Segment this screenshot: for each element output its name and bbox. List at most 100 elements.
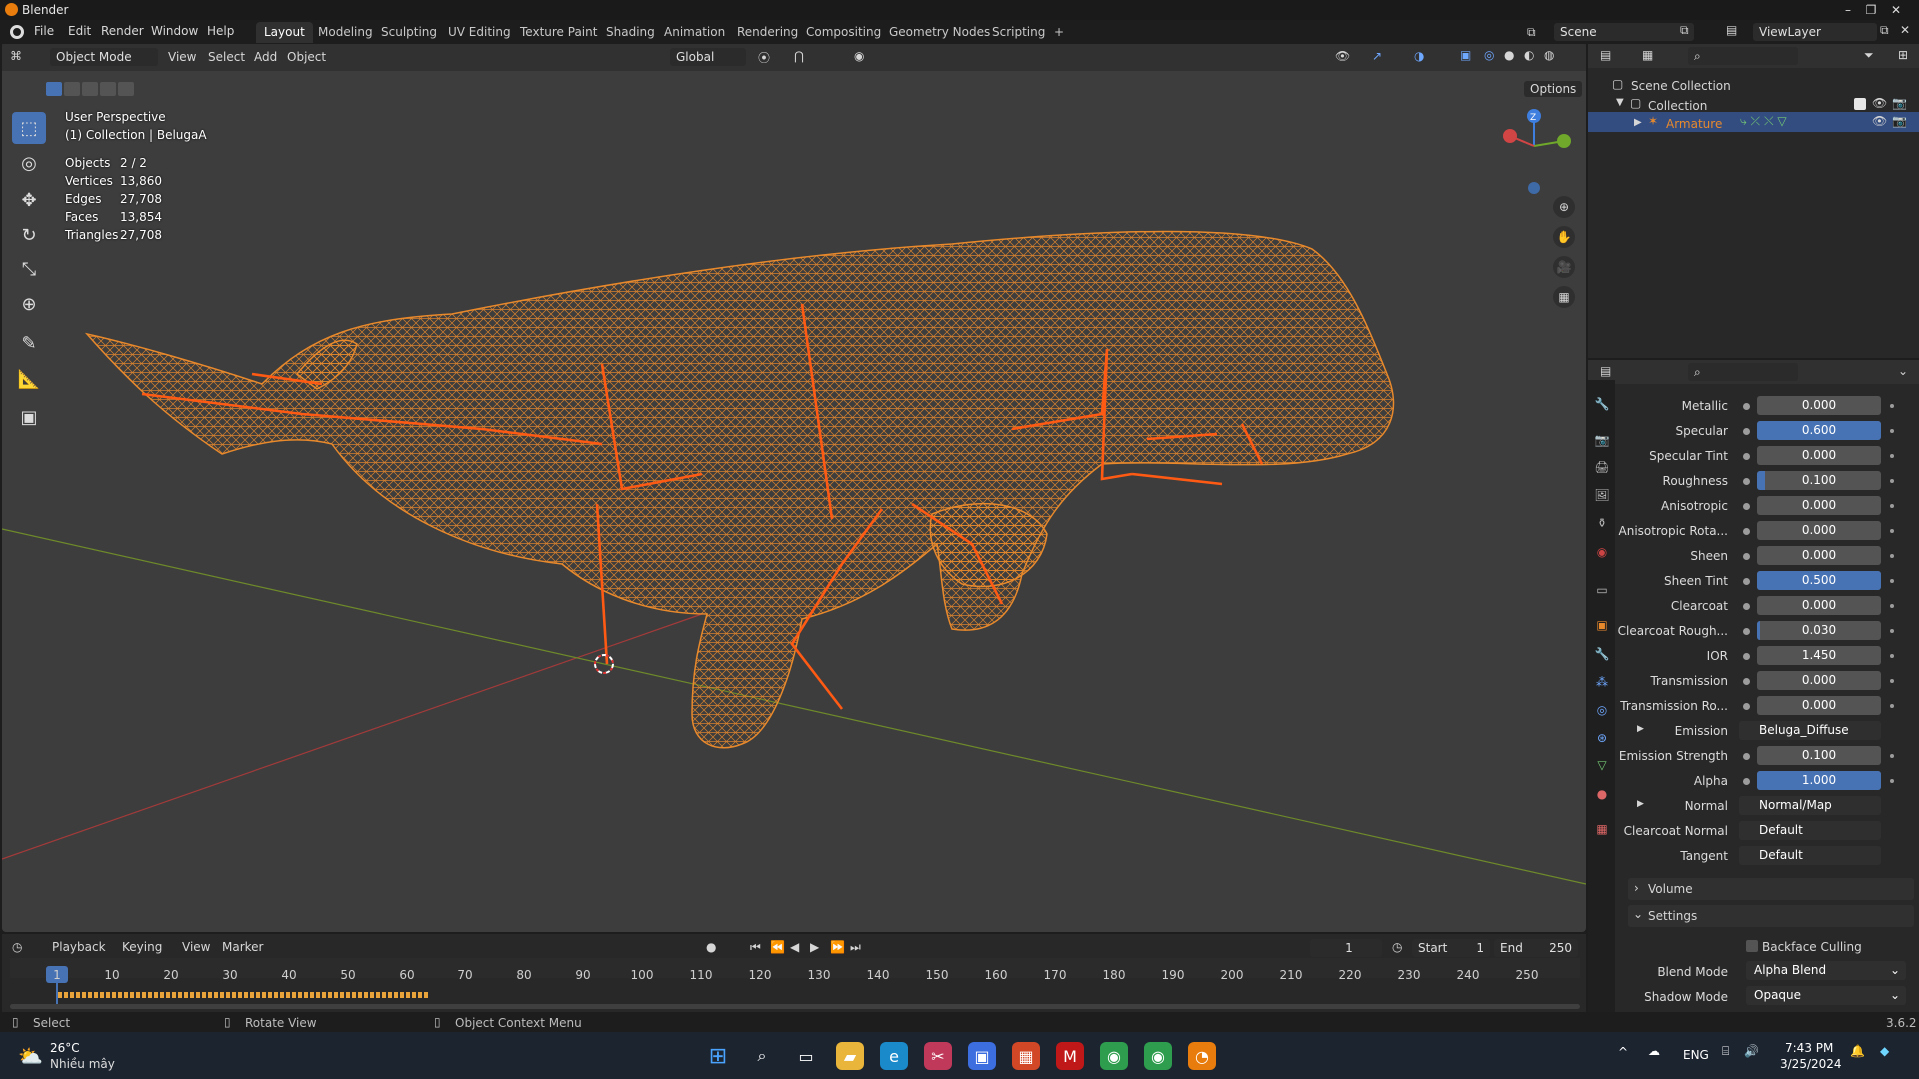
- prop-field-specular[interactable]: 0.600: [1757, 421, 1881, 440]
- socket-dot[interactable]: [1743, 528, 1750, 535]
- blender-menu-icon[interactable]: [10, 25, 24, 39]
- keyframe-dot[interactable]: [1890, 429, 1894, 433]
- outliner-search-input[interactable]: ⌕: [1688, 47, 1798, 65]
- prev-keyframe-icon[interactable]: ⏪: [770, 940, 785, 954]
- proportional-edit-icon[interactable]: ◉: [854, 49, 864, 63]
- select-box-tool[interactable]: ⬚: [12, 112, 46, 144]
- snipping-tool-icon[interactable]: ✂: [924, 1042, 952, 1070]
- options-dropdown[interactable]: Options: [1524, 81, 1583, 97]
- tab-compositing[interactable]: Compositing: [798, 22, 889, 43]
- scene-icon[interactable]: ⧉: [1527, 25, 1536, 40]
- microsoft-store-icon[interactable]: ▣: [968, 1042, 996, 1070]
- viewport-menu-select[interactable]: Select: [208, 50, 245, 64]
- add-cube-tool[interactable]: ▣: [12, 401, 46, 433]
- network-icon[interactable]: ⌸: [1722, 1044, 1729, 1059]
- tab-layout[interactable]: Layout: [256, 22, 313, 43]
- select-mode-intersect-icon[interactable]: [118, 82, 134, 96]
- pan-hand-icon[interactable]: ✋: [1553, 226, 1575, 248]
- keyframe-dot[interactable]: [1890, 554, 1894, 558]
- socket-dot[interactable]: [1743, 753, 1750, 760]
- scene-selector[interactable]: Scene: [1554, 23, 1694, 41]
- tab-scripting[interactable]: Scripting: [984, 22, 1053, 43]
- tab-rendering[interactable]: Rendering: [729, 22, 806, 43]
- annotate-tool[interactable]: ✎: [12, 327, 46, 359]
- tab-geometry-nodes[interactable]: Geometry Nodes: [881, 22, 998, 43]
- chrome-profile-icon[interactable]: ◉: [1144, 1042, 1172, 1070]
- visibility-icon[interactable]: 👁: [1335, 49, 1350, 63]
- select-mode-subtract-icon[interactable]: [82, 82, 98, 96]
- pivot-point-icon[interactable]: ⦿: [758, 49, 770, 66]
- socket-dot[interactable]: [1743, 478, 1750, 485]
- weather-cloud-icon[interactable]: ⛅: [18, 1044, 43, 1068]
- prop-field-normal[interactable]: Normal/Map: [1739, 796, 1881, 815]
- timeline-editor-type-icon[interactable]: ◷: [12, 940, 22, 954]
- socket-dot[interactable]: [1743, 778, 1750, 785]
- collection-expand-icon[interactable]: ▼: [1616, 97, 1624, 108]
- socket-dot[interactable]: [1743, 678, 1750, 685]
- keyframe-dot[interactable]: [1890, 404, 1894, 408]
- solid-shading-icon[interactable]: ●: [1504, 48, 1514, 62]
- editor-type-icon[interactable]: ⌘: [10, 49, 22, 63]
- snap-icon[interactable]: ⋂: [794, 49, 804, 63]
- prop-field-transmission-roughness[interactable]: 0.000: [1757, 696, 1881, 715]
- properties-search-input[interactable]: ⌕: [1688, 363, 1798, 381]
- edge-browser-icon[interactable]: e: [880, 1042, 908, 1070]
- tab-animation[interactable]: Animation: [656, 22, 733, 43]
- file-explorer-icon[interactable]: ▰: [836, 1042, 864, 1070]
- clock-date[interactable]: 3/25/2024: [1780, 1057, 1842, 1071]
- timeline-scrollbar[interactable]: [10, 1004, 1580, 1009]
- viewport-menu-object[interactable]: Object: [287, 50, 326, 64]
- prop-field-specular-tint[interactable]: 0.000: [1757, 446, 1881, 465]
- new-collection-icon[interactable]: ⊞: [1898, 48, 1908, 62]
- select-mode-invert-icon[interactable]: [100, 82, 116, 96]
- copilot-icon[interactable]: ◆: [1880, 1044, 1889, 1058]
- end-frame-field[interactable]: End 250: [1494, 939, 1578, 957]
- search-icon[interactable]: ⌕: [748, 1042, 776, 1070]
- socket-dot[interactable]: [1743, 703, 1750, 710]
- collection-visibility-icon[interactable]: 👁: [1872, 96, 1887, 110]
- timeline-menu-playback[interactable]: Playback: [52, 940, 106, 954]
- prop-field-metallic[interactable]: 0.000: [1757, 396, 1881, 415]
- prop-field-sheen-tint[interactable]: 0.500: [1757, 571, 1881, 590]
- prop-field-roughness[interactable]: 0.100: [1757, 471, 1881, 490]
- current-frame-field[interactable]: 1: [1310, 939, 1382, 957]
- armature-expand-icon[interactable]: ▶: [1634, 117, 1642, 128]
- menu-window[interactable]: Window: [151, 24, 198, 38]
- prop-field-anisotropic-rotation[interactable]: 0.000: [1757, 521, 1881, 540]
- play-icon[interactable]: ▶: [810, 940, 819, 954]
- outliner-display-mode-icon[interactable]: ▦: [1642, 48, 1653, 62]
- office-icon[interactable]: ▦: [1012, 1042, 1040, 1070]
- settings-panel-header[interactable]: ⌄ Settings: [1628, 905, 1914, 927]
- prop-field-tangent[interactable]: Default: [1739, 846, 1881, 865]
- record-icon[interactable]: ●: [706, 940, 716, 954]
- keyframe-dot[interactable]: [1890, 579, 1894, 583]
- socket-dot[interactable]: [1743, 453, 1750, 460]
- remove-view-layer-icon[interactable]: ✕: [1900, 23, 1910, 37]
- chrome-icon[interactable]: ◉: [1100, 1042, 1128, 1070]
- gizmo-toggle-icon[interactable]: ↗: [1372, 49, 1382, 63]
- move-tool[interactable]: ✥: [12, 184, 46, 216]
- properties-editor-type-icon[interactable]: ▤: [1600, 364, 1611, 378]
- 3d-viewport[interactable]: ⬚ ◎ ✥ ↻ ⤡ ⊕ ✎ 📐 ▣ User Perspective (1) C…: [2, 44, 1586, 932]
- clock-time[interactable]: 7:43 PM: [1785, 1041, 1833, 1055]
- rendered-shading-icon[interactable]: ◍: [1544, 48, 1554, 62]
- socket-dot[interactable]: [1743, 553, 1750, 560]
- blender-taskbar-icon[interactable]: ◔: [1188, 1042, 1216, 1070]
- notification-bell-icon[interactable]: 🔔: [1850, 1044, 1865, 1058]
- close-button[interactable]: ✕: [1873, 0, 1919, 20]
- show-hidden-icons-chevron-icon[interactable]: ^: [1618, 1045, 1628, 1059]
- collection-render-icon[interactable]: 📷: [1892, 96, 1907, 110]
- collection-label[interactable]: Collection: [1648, 99, 1707, 113]
- rotate-tool[interactable]: ↻: [12, 219, 46, 251]
- play-reverse-icon[interactable]: ◀: [790, 940, 799, 954]
- tab-texture-paint[interactable]: Texture Paint: [512, 22, 605, 43]
- keyframe-dot[interactable]: [1890, 754, 1894, 758]
- zoom-icon[interactable]: ⊕: [1553, 196, 1575, 218]
- onedrive-cloud-icon[interactable]: ☁: [1648, 1044, 1660, 1058]
- armature-render-icon[interactable]: 📷: [1892, 114, 1907, 128]
- outliner-filter-icon[interactable]: ⏷: [1864, 48, 1874, 63]
- socket-dot[interactable]: [1743, 503, 1750, 510]
- prop-field-alpha[interactable]: 1.000: [1757, 771, 1881, 790]
- tab-uv-editing[interactable]: UV Editing: [440, 22, 519, 43]
- jump-end-icon[interactable]: ⏭: [850, 940, 861, 955]
